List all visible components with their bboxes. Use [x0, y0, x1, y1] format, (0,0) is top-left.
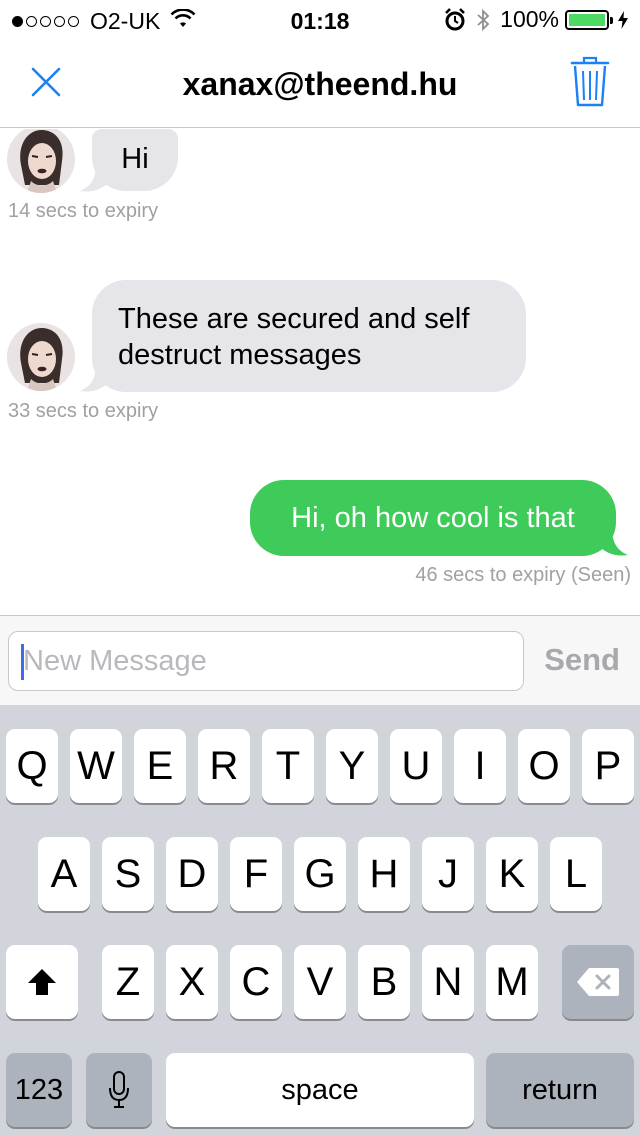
microphone-key[interactable] [86, 1053, 152, 1127]
trash-icon [570, 56, 610, 107]
shift-icon [28, 969, 56, 995]
key-b[interactable]: B [358, 945, 410, 1019]
key-m[interactable]: M [486, 945, 538, 1019]
message-text: Hi, oh how cool is that [291, 502, 575, 534]
expiry-label: 33 secs to expiry [8, 400, 159, 422]
bubble-tail [80, 365, 108, 392]
shift-key[interactable] [6, 945, 78, 1019]
battery-percent: 100% [500, 6, 559, 32]
contact-avatar [7, 323, 75, 391]
status-right: 100% [444, 6, 628, 33]
message-composer: Send [0, 615, 640, 705]
key-n[interactable]: N [422, 945, 474, 1019]
key-y[interactable]: Y [326, 729, 378, 803]
key-s[interactable]: S [102, 837, 154, 911]
expiry-label: 46 secs to expiry (Seen) [415, 564, 631, 586]
key-i[interactable]: I [454, 729, 506, 803]
message-bubble-incoming[interactable]: These are secured and self destruct mess… [92, 280, 526, 392]
numbers-key[interactable]: 123 [6, 1053, 72, 1127]
key-g[interactable]: G [294, 837, 346, 911]
key-d[interactable]: D [166, 837, 218, 911]
battery-icon [565, 9, 613, 30]
message-bubble-outgoing[interactable]: Hi, oh how cool is that [250, 480, 616, 556]
key-j[interactable]: J [422, 837, 474, 911]
key-q[interactable]: Q [6, 729, 58, 803]
key-c[interactable]: C [230, 945, 282, 1019]
space-key[interactable]: space [166, 1053, 474, 1127]
message-text-line: destruct messages [118, 339, 362, 371]
key-k[interactable]: K [486, 837, 538, 911]
key-t[interactable]: T [262, 729, 314, 803]
key-o[interactable]: O [518, 729, 570, 803]
bubble-tail [600, 529, 628, 556]
expiry-label: 14 secs to expiry [8, 200, 159, 222]
message-text: Hi [121, 143, 149, 175]
message-text-line: These are secured and self [118, 303, 470, 335]
alarm-icon [444, 7, 466, 32]
bluetooth-icon [476, 8, 490, 32]
delete-key[interactable] [562, 945, 634, 1019]
message-list[interactable]: Hi 14 secs to expiry These are secured a… [0, 129, 640, 615]
status-bar: O2-UK 01:18 100% [0, 0, 640, 40]
bubble-tail [80, 165, 108, 192]
key-f[interactable]: F [230, 837, 282, 911]
charging-icon [618, 10, 628, 29]
key-e[interactable]: E [134, 729, 186, 803]
keyboard: Q W E R T Y U I O P A S D F G H J K L Z … [0, 705, 640, 1136]
return-key[interactable]: return [486, 1053, 634, 1127]
delete-conversation-button[interactable] [570, 56, 610, 108]
text-cursor [21, 644, 24, 680]
key-z[interactable]: Z [102, 945, 154, 1019]
delete-icon [577, 968, 619, 996]
page-title: xanax@theend.hu [182, 66, 458, 102]
contact-avatar [7, 129, 75, 193]
key-a[interactable]: A [38, 837, 90, 911]
key-x[interactable]: X [166, 945, 218, 1019]
key-u[interactable]: U [390, 729, 442, 803]
send-button[interactable]: Send [544, 642, 620, 678]
microphone-icon [109, 1071, 129, 1108]
new-message-input[interactable] [8, 631, 524, 691]
key-h[interactable]: H [358, 837, 410, 911]
key-p[interactable]: P [582, 729, 634, 803]
key-l[interactable]: L [550, 837, 602, 911]
key-v[interactable]: V [294, 945, 346, 1019]
navigation-bar: xanax@theend.hu [0, 40, 640, 128]
key-w[interactable]: W [70, 729, 122, 803]
key-r[interactable]: R [198, 729, 250, 803]
